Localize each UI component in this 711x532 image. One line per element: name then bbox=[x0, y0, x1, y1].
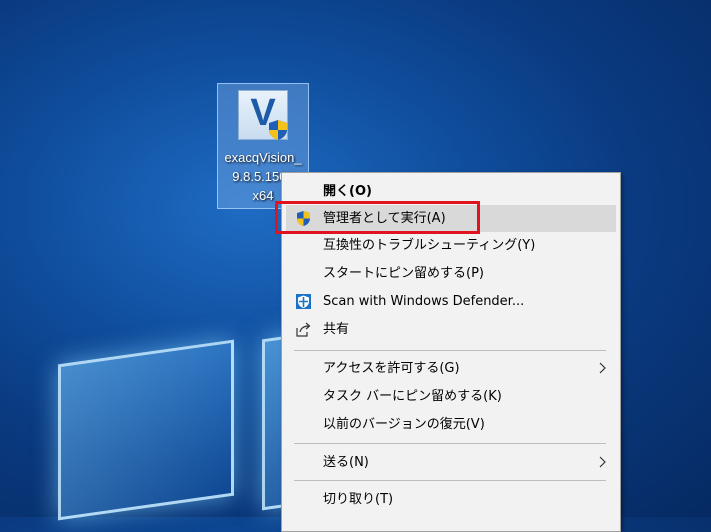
installer-shield-icon: V bbox=[238, 90, 288, 140]
menu-item-share[interactable]: 共有 bbox=[286, 316, 616, 343]
menu-item-label: 互換性のトラブルシューティング(Y) bbox=[323, 238, 536, 253]
menu-item-pin-to-taskbar[interactable]: タスク バーにピン留めする(K) bbox=[286, 383, 616, 410]
menu-separator bbox=[294, 480, 606, 481]
context-menu: 開く(O) 管理者として実行(A) 互換性のトラブルシューティング(Y) スター… bbox=[275, 172, 621, 532]
uac-shield-icon bbox=[269, 120, 287, 140]
menu-item-label: 送る(N) bbox=[323, 455, 369, 470]
menu-item-label: スタートにピン留めする(P) bbox=[323, 266, 484, 281]
windows-logo-pane bbox=[58, 339, 234, 521]
defender-icon bbox=[296, 294, 311, 309]
share-icon bbox=[296, 322, 311, 337]
menu-item-label: アクセスを許可する(G) bbox=[323, 361, 460, 376]
menu-item-restore-previous-versions[interactable]: 以前のバージョンの復元(V) bbox=[286, 411, 616, 438]
uac-shield-icon bbox=[297, 211, 310, 226]
menu-separator bbox=[294, 350, 606, 351]
menu-item-pin-to-start[interactable]: スタートにピン留めする(P) bbox=[286, 260, 616, 287]
menu-item-cut[interactable]: 切り取り(T) bbox=[286, 486, 616, 513]
menu-item-label: Scan with Windows Defender... bbox=[323, 294, 525, 309]
menu-item-label: 共有 bbox=[323, 322, 350, 337]
menu-item-troubleshoot-compatibility[interactable]: 互換性のトラブルシューティング(Y) bbox=[286, 232, 616, 259]
menu-item-label: タスク バーにピン留めする(K) bbox=[323, 389, 502, 404]
menu-item-scan-defender[interactable]: Scan with Windows Defender... bbox=[286, 288, 616, 315]
menu-item-label: 以前のバージョンの復元(V) bbox=[323, 417, 485, 432]
menu-item-label: 管理者として実行(A) bbox=[323, 211, 446, 226]
icon-label-line: exacqVision_ bbox=[224, 150, 302, 165]
menu-item-label: 切り取り(T) bbox=[323, 492, 394, 507]
menu-item-give-access[interactable]: アクセスを許可する(G) bbox=[286, 355, 616, 382]
menu-separator bbox=[294, 443, 606, 444]
menu-item-send-to[interactable]: 送る(N) bbox=[286, 449, 616, 476]
chevron-right-icon bbox=[599, 362, 606, 374]
menu-item-run-as-admin[interactable]: 管理者として実行(A) bbox=[275, 201, 616, 234]
chevron-right-icon bbox=[599, 456, 606, 468]
